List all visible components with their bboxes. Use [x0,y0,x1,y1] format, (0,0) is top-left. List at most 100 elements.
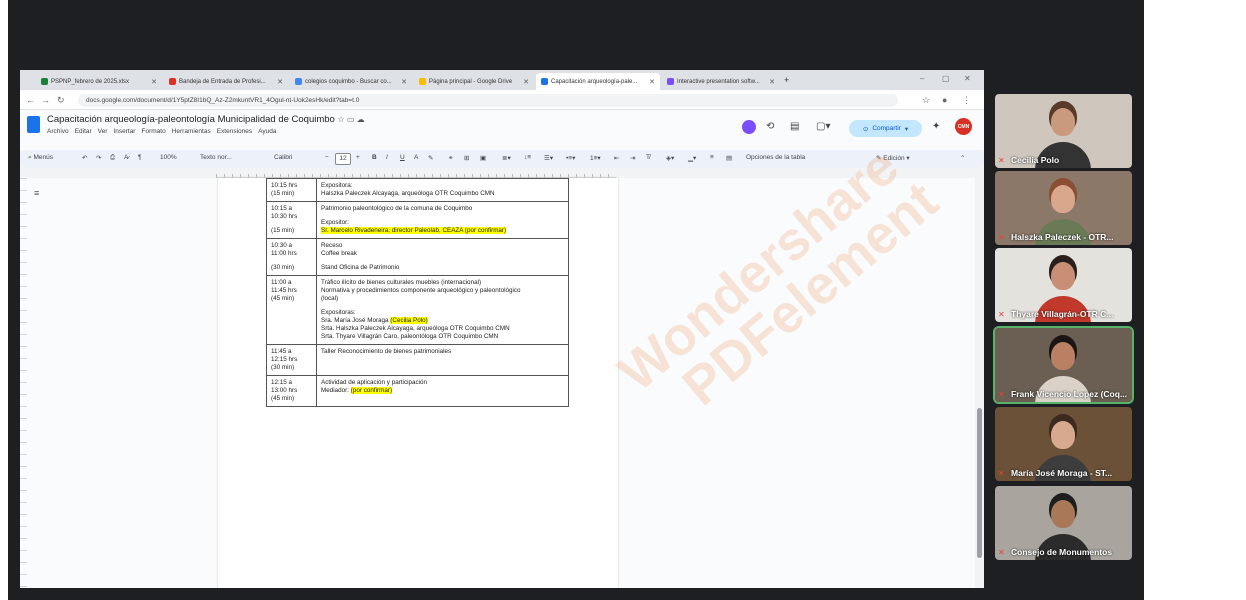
fill-color-icon[interactable]: ◈▾ [666,154,674,162]
agenda-time-cell[interactable]: 10:15 a 10:30 hrs (15 min) [266,201,317,239]
agenda-content-cell[interactable]: Patrimonio paleontológico de la comuna d… [316,201,569,239]
share-button[interactable]: ⊙ Compartir ▾ [849,120,922,137]
comments-icon[interactable]: ▤ [790,121,799,132]
document-outline-icon[interactable]: ≡ [34,188,39,198]
tab-mail[interactable]: Bandeja de Entrada de Profesi... ✕ [164,73,288,90]
reload-icon[interactable]: ↻ [57,95,65,106]
indent-decrease-icon[interactable]: ⇤ [614,154,619,162]
underline-icon[interactable]: U [400,154,405,161]
tab-drive[interactable]: Página principal - Google Drive ✕ [414,73,534,90]
close-tab-icon[interactable]: ✕ [649,78,655,86]
close-tab-icon[interactable]: ✕ [769,78,775,86]
profile-icon[interactable]: ● [942,95,947,105]
back-icon[interactable]: ← [26,95,35,105]
bullet-list-icon[interactable]: •≡▾ [566,154,575,162]
tab-search[interactable]: colegios coquimbo - Buscar co... ✕ [290,73,412,90]
participant-tile[interactable]: ✕ Cecilia Polo [995,94,1132,168]
gemini-icon[interactable]: ✦ [932,121,940,132]
font-size-field[interactable]: 12 [335,153,351,165]
docs-logo-icon[interactable] [27,116,40,133]
scrollbar[interactable] [975,178,984,588]
agenda-time-cell[interactable]: 10:30 a 11:00 hrs (30 min) [266,238,317,276]
participant-tile[interactable]: ✕ Thyare Villagrán-OTR C... [995,248,1132,322]
bold-icon[interactable]: B [372,154,377,161]
menu-archivo[interactable]: Archivo [47,128,69,135]
tab-spreadsheet[interactable]: PSPNP_febrero de 2025.xlsx ✕ [36,73,162,90]
menu-extensiones[interactable]: Extensiones [217,128,252,135]
border-style-icon[interactable]: ▤ [726,154,732,162]
border-width-icon[interactable]: ≡ [710,154,714,161]
style-select[interactable]: Texto nor... [200,154,232,161]
edit-mode-select[interactable]: ✎ Edición ▾ [876,154,910,162]
new-tab-icon[interactable]: + [784,75,789,85]
participant-tile[interactable]: ✕ Halszka Paleczek - OTR... [995,171,1132,245]
account-avatar[interactable]: CMN [955,118,972,135]
close-window-icon[interactable]: ✕ [964,74,971,83]
agenda-content-cell[interactable]: Actividad de aplicación y participación M… [316,375,569,407]
table-options-button[interactable]: Opciones de la tabla [746,154,805,161]
tab-document[interactable]: Capacitación arqueología-pale... ✕ [536,73,660,90]
clear-format-icon[interactable]: T̸ [646,154,650,161]
cloud-status-icon[interactable]: ☁ [357,115,365,124]
scrollbar-thumb[interactable] [977,408,982,558]
indent-increase-icon[interactable]: ⇥ [630,154,635,162]
star-icon[interactable]: ☆ [337,115,346,124]
document-title[interactable]: Capacitación arqueología-paleontología M… [47,114,335,125]
increase-font-icon[interactable]: + [356,154,360,161]
url-field[interactable]: docs.google.com/document/d/1Y5ptZ8I1bQ_A… [78,94,898,107]
participant-tile[interactable]: ✕ Consejo de Monumentos [995,486,1132,560]
history-icon[interactable]: ⟲ [766,121,774,132]
maximize-icon[interactable]: ▢ [942,74,950,83]
search-menus-button[interactable]: ⌕ Menús [28,154,53,162]
paint-format-icon[interactable]: ¶ [138,154,142,161]
italic-icon[interactable]: I [386,154,388,161]
participant-tile[interactable]: ✕ María José Moraga - ST... [995,407,1132,481]
participant-tile[interactable]: ✕ Frank Vicencio Lopez (Coq... [993,326,1134,404]
agenda-time-cell[interactable]: 11:45 a 12:15 hrs (30 min) [266,344,317,376]
meet-icon[interactable] [742,120,756,134]
menu-ayuda[interactable]: Ayuda [258,128,276,135]
menu-ver[interactable]: Ver [98,128,108,135]
spellcheck-icon[interactable]: A̷ [124,154,128,161]
zoom-select[interactable]: 100% [160,154,177,161]
move-folder-icon[interactable]: ▭ [347,115,357,124]
agenda-content-cell[interactable]: Tráfico ilícito de bienes culturales mue… [316,275,569,345]
print-icon[interactable]: ⎙ [110,154,115,162]
agenda-time-cell[interactable]: 12:15 a 13:00 hrs (45 min) [266,375,317,407]
font-select[interactable]: Calibri [274,154,292,161]
agenda-content-cell[interactable]: Expositora: Halszka Paleczek Alcayaga, ar… [316,178,569,202]
line-spacing-icon[interactable]: ↕≡ [524,154,531,161]
menu-formato[interactable]: Formato [141,128,165,135]
undo-icon[interactable]: ↶ [82,154,87,162]
browser-menu-icon[interactable]: ⋮ [962,95,971,106]
highlight-icon[interactable]: ✎ [428,154,433,162]
redo-icon[interactable]: ↷ [96,154,101,162]
comment-icon[interactable]: ⊞ [464,154,469,162]
menu-editar[interactable]: Editar [75,128,92,135]
collapse-toolbar-icon[interactable]: ⌃ [960,154,965,162]
text-color-icon[interactable]: A [414,154,418,161]
close-tab-icon[interactable]: ✕ [277,78,283,86]
agenda-time-cell[interactable]: 11:00 a 11:45 hrs (45 min) [266,275,317,345]
link-icon[interactable]: ⚭ [448,154,453,162]
tab-presentation[interactable]: Interactive presentation softw... ✕ [662,73,780,90]
menu-herramientas[interactable]: Herramientas [172,128,211,135]
decrease-font-icon[interactable]: − [325,154,329,161]
agenda-content-cell[interactable]: Receso Coffee break Stand Oficina de Patri… [316,238,569,276]
align-icon[interactable]: ≣▾ [502,154,511,162]
border-color-icon[interactable]: ▁▾ [688,154,696,162]
video-call-icon[interactable]: ▢▾ [816,121,830,132]
close-tab-icon[interactable]: ✕ [401,78,407,86]
numbered-list-icon[interactable]: 1≡▾ [590,154,601,162]
agenda-content-cell[interactable]: Taller Reconocimiento de bienes patrimon… [316,344,569,376]
bookmark-star-icon[interactable]: ☆ [922,95,930,106]
close-tab-icon[interactable]: ✕ [151,78,157,86]
menu-insertar[interactable]: Insertar [113,128,135,135]
checklist-icon[interactable]: ☰▾ [544,154,553,162]
minimize-icon[interactable]: – [920,74,924,83]
agenda-time-cell[interactable]: 10:15 hrs (15 min) [266,178,317,202]
forward-icon[interactable]: → [41,95,50,105]
close-tab-icon[interactable]: ✕ [523,78,529,86]
image-icon[interactable]: ▣ [480,154,486,162]
content-line: Actividad de aplicación y participación [321,379,564,387]
